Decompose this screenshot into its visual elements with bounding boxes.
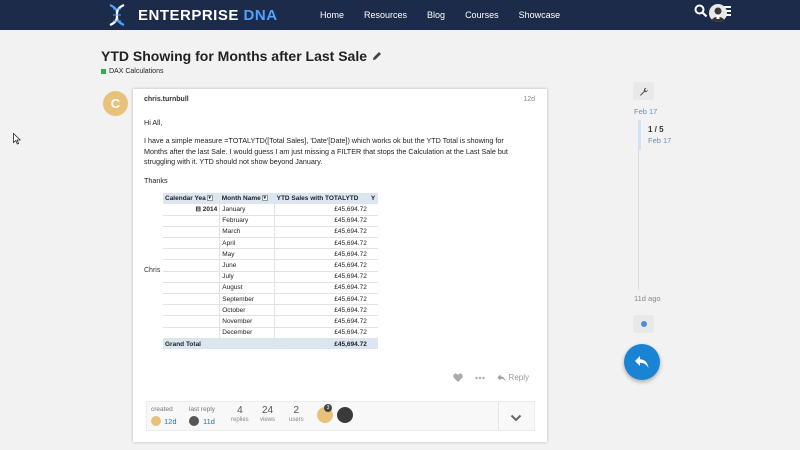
last-reply-stat[interactable]: last reply 11d bbox=[189, 406, 215, 426]
table-row: December £45,694.72 bbox=[163, 327, 378, 339]
topic-map: created 12d last reply 11d 4 replies 24 … bbox=[146, 401, 535, 431]
col-cut-off: Y bbox=[368, 193, 378, 204]
pivot-table-image: Calendar Yea ▾ Month Name ▾ YTD Sales with… bbox=[163, 193, 378, 350]
post-thanks: Thanks bbox=[144, 176, 168, 185]
edit-pencil-icon[interactable] bbox=[372, 51, 382, 61]
timeline-track[interactable] bbox=[638, 150, 639, 290]
col-month-name: Month Name ▾ bbox=[219, 193, 275, 204]
table-row: July £45,694.72 bbox=[163, 271, 378, 283]
nav-resources[interactable]: Resources bbox=[364, 10, 407, 20]
table-row: May £45,694.72 bbox=[163, 248, 378, 261]
topic-map-divider bbox=[498, 402, 499, 430]
timeline-end-date[interactable]: 11d ago bbox=[634, 294, 661, 303]
category-label: DAX Calculations bbox=[109, 68, 164, 75]
circle-dot-icon bbox=[640, 321, 647, 327]
table-row: ⊟ 2014 January £45,694.72 bbox=[163, 204, 378, 216]
replies-stat: 4 replies bbox=[231, 405, 249, 423]
table-header-row: Calendar Yea ▾ Month Name ▾ YTD Sales with… bbox=[163, 193, 378, 204]
reply-arrow-icon bbox=[635, 356, 649, 368]
table-row: February £45,694.72 bbox=[163, 215, 378, 227]
post-paragraph: I have a simple measure =TOTALYTD([Total… bbox=[144, 136, 508, 166]
users-count: 2 bbox=[293, 405, 300, 416]
like-heart-icon[interactable] bbox=[452, 373, 463, 382]
reply-arrow-icon bbox=[497, 374, 506, 381]
site-logo[interactable]: ENTERPRISE DNA bbox=[104, 2, 278, 28]
views-count: 24 bbox=[261, 405, 274, 416]
post-username[interactable]: chris.turnbull bbox=[144, 96, 189, 103]
replies-count: 4 bbox=[237, 405, 243, 416]
views-label: views bbox=[260, 417, 276, 423]
nav-home[interactable]: Home bbox=[320, 10, 344, 20]
user-avatar[interactable] bbox=[709, 4, 727, 22]
col-ytd-sales: YTD Sales with TOTALYTD bbox=[274, 193, 369, 204]
post-date[interactable]: 12d bbox=[523, 96, 535, 103]
admin-wrench-button[interactable] bbox=[633, 82, 654, 100]
table-row: October £45,694.72 bbox=[163, 304, 378, 317]
table-total-row: Grand Total £45,694.72 bbox=[163, 338, 378, 350]
table-row: June £45,694.72 bbox=[163, 259, 378, 272]
last-reply-value: 11d bbox=[203, 416, 215, 426]
timeline-dot-button[interactable] bbox=[633, 315, 654, 333]
topic-title: YTD Showing for Months after Last Sale bbox=[101, 48, 382, 64]
category-color-square bbox=[101, 69, 106, 74]
timeline-start-date[interactable]: Feb 17 bbox=[634, 107, 657, 116]
replies-label: replies bbox=[231, 417, 249, 423]
chevron-down-icon[interactable] bbox=[510, 410, 522, 428]
reply-floating-button[interactable] bbox=[624, 344, 660, 380]
timeline-scroller-handle[interactable] bbox=[638, 120, 641, 150]
table-row: August £45,694.72 bbox=[163, 282, 378, 295]
nav-showcase[interactable]: Showcase bbox=[519, 10, 561, 20]
post-greeting: Hi All, bbox=[144, 118, 163, 127]
more-options-icon[interactable] bbox=[474, 376, 485, 380]
mouse-cursor-icon bbox=[13, 132, 22, 150]
filter-icon: ▾ bbox=[206, 195, 213, 202]
dna-logo-icon bbox=[109, 3, 125, 27]
top-header: ENTERPRISE DNA Home Resources Blog Cours… bbox=[0, 0, 800, 30]
post-actions: Reply bbox=[441, 373, 529, 382]
last-reply-avatar bbox=[189, 416, 199, 426]
col-calendar-year: Calendar Yea ▾ bbox=[163, 193, 220, 204]
table-row: September £45,694.72 bbox=[163, 293, 378, 306]
post-signature: Chris bbox=[144, 267, 161, 274]
nav-courses[interactable]: Courses bbox=[465, 10, 499, 20]
nav-blog[interactable]: Blog bbox=[427, 10, 445, 20]
reply-label: Reply bbox=[508, 373, 529, 382]
users-label: users bbox=[289, 417, 304, 423]
topic-title-text: YTD Showing for Months after Last Sale bbox=[101, 48, 368, 64]
brand-name: ENTERPRISE DNA bbox=[138, 6, 278, 24]
timeline-counter-date: Feb 17 bbox=[648, 136, 672, 145]
post-card: chris.turnbull 12d Hi All, I have a simp… bbox=[133, 89, 547, 442]
table-row: November £45,694.72 bbox=[163, 315, 378, 328]
wrench-icon bbox=[640, 87, 648, 96]
table-row: April £45,694.72 bbox=[163, 237, 378, 250]
main-nav: Home Resources Blog Courses Showcase bbox=[320, 0, 580, 30]
collapse-minus-icon: ⊟ bbox=[195, 206, 201, 214]
users-stat: 2 users bbox=[289, 405, 304, 423]
dropdown-icon: ▾ bbox=[261, 195, 268, 202]
category-badge[interactable]: DAX Calculations bbox=[101, 68, 163, 75]
participant-avatar-user[interactable] bbox=[337, 407, 353, 423]
created-value: 12d bbox=[164, 416, 177, 426]
avatar-letter: C bbox=[110, 96, 121, 111]
created-stat[interactable]: created 12d bbox=[151, 406, 177, 426]
reply-button[interactable]: Reply bbox=[497, 373, 529, 382]
created-label: created bbox=[151, 406, 173, 413]
search-icon[interactable] bbox=[694, 4, 708, 18]
timeline-counter: 1 / 5 bbox=[648, 125, 664, 134]
participant-avatar-chris[interactable]: 3 bbox=[317, 404, 333, 423]
participant-post-count-badge: 3 bbox=[324, 404, 332, 412]
table-row: March £45,694.72 bbox=[163, 226, 378, 239]
post-author-avatar[interactable]: C bbox=[103, 91, 128, 116]
views-stat: 24 views bbox=[260, 405, 275, 423]
last-reply-label: last reply bbox=[189, 406, 216, 413]
creator-avatar bbox=[151, 416, 161, 426]
